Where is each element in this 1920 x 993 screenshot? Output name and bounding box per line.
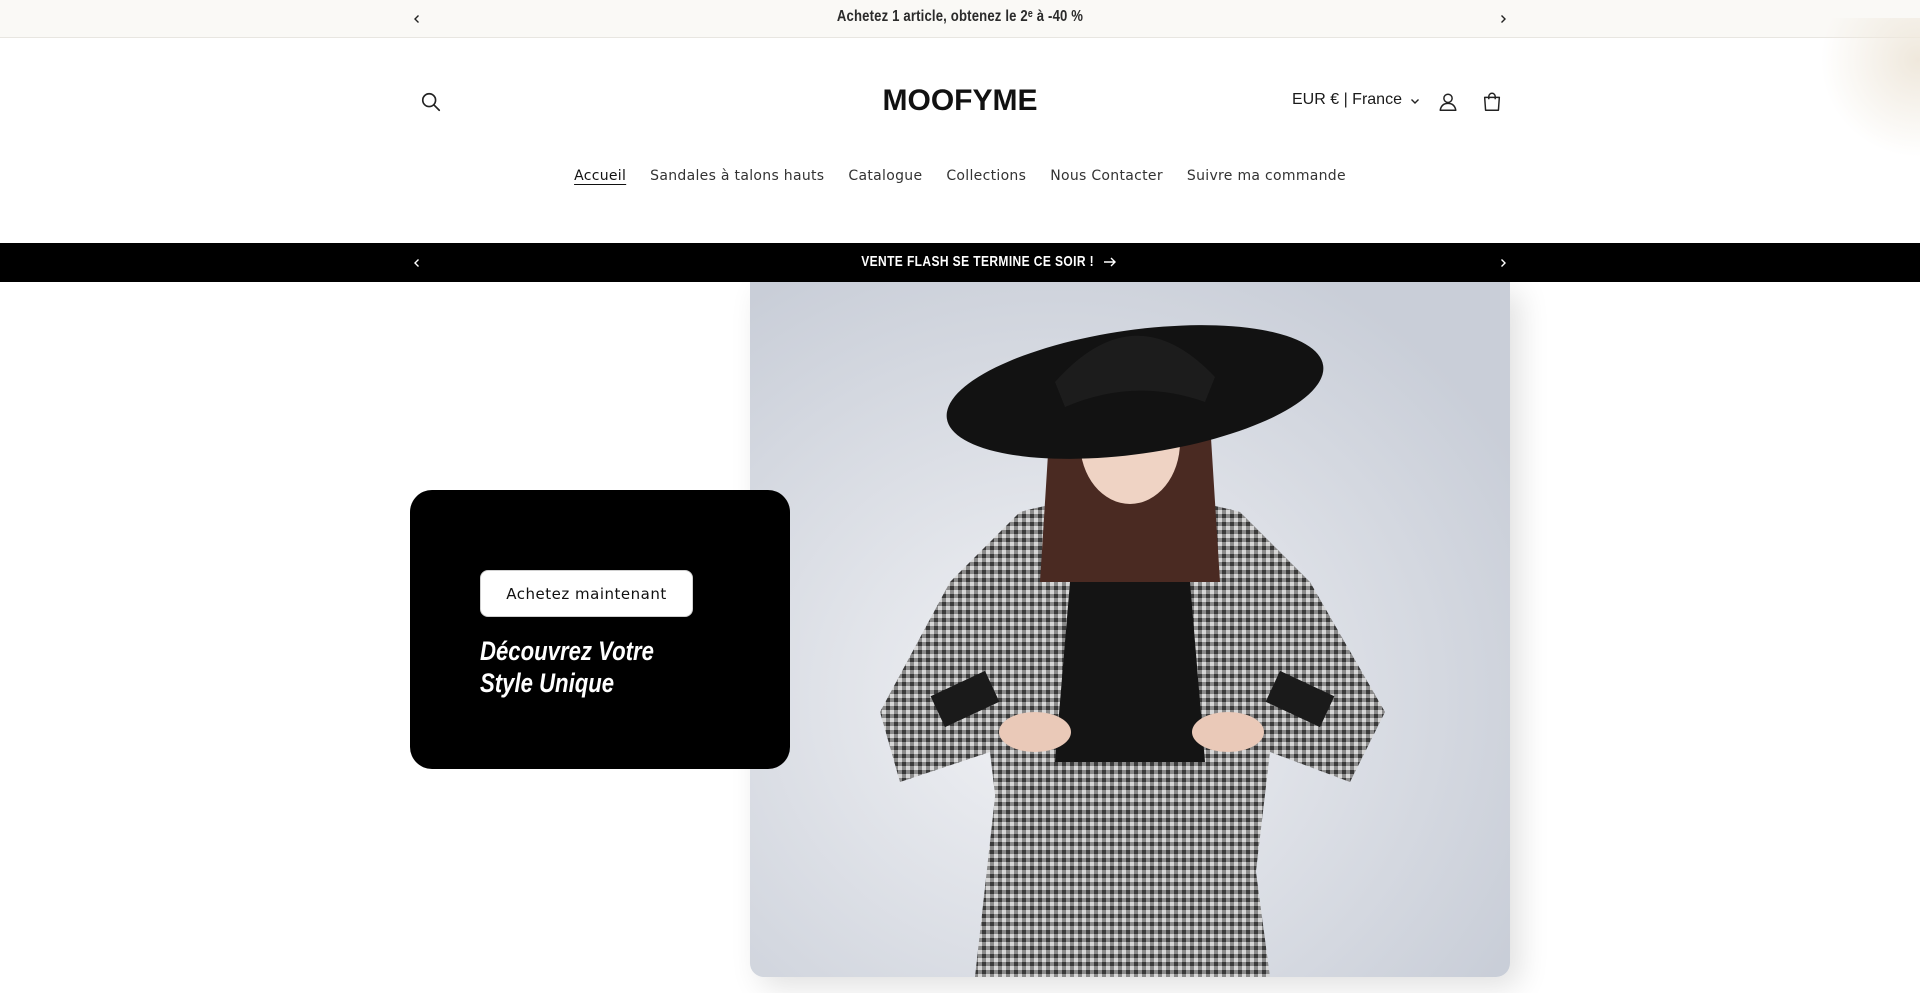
flash-sale-bar: VENTE FLASH SE TERMINE CE SOIR !	[0, 243, 1920, 282]
account-icon	[1439, 93, 1457, 111]
nav-item-contact[interactable]: Nous Contacter	[1050, 168, 1163, 184]
flash-next-button[interactable]	[1491, 251, 1515, 275]
announcement-next-button[interactable]	[1491, 7, 1515, 31]
chevron-right-icon	[1501, 15, 1506, 23]
cart-button[interactable]	[1474, 84, 1510, 120]
hero-title: Découvrez Votre Style Unique	[480, 636, 654, 698]
currency-label: EUR € | France	[1292, 91, 1402, 108]
nav-item-collections[interactable]: Collections	[946, 168, 1026, 184]
site-logo[interactable]: MOOFYME	[0, 84, 1920, 118]
nav-item-accueil[interactable]: Accueil	[574, 168, 626, 184]
site-header: MOOFYME EUR € | France Accueil Sandales …	[0, 18, 1920, 243]
flash-sale-text: VENTE FLASH SE TERMINE CE SOIR !	[861, 253, 1095, 270]
cart-icon	[1483, 92, 1501, 111]
chevron-down-icon	[1410, 99, 1419, 104]
announcement-bar: Achetez 1 article, obtenez le 2ᵉ à -40 %	[0, 0, 1920, 38]
main-nav: Accueil Sandales à talons hauts Catalogu…	[0, 168, 1920, 184]
chevron-right-icon	[1501, 259, 1506, 267]
shop-now-button[interactable]: Achetez maintenant	[480, 570, 693, 617]
nav-item-sandales[interactable]: Sandales à talons hauts	[650, 168, 824, 184]
flash-sale-link[interactable]: VENTE FLASH SE TERMINE CE SOIR !	[0, 253, 1920, 270]
hero-image	[750, 282, 1510, 977]
currency-selector[interactable]: EUR € | France	[1292, 91, 1420, 109]
arrow-right-icon	[1103, 257, 1116, 266]
nav-item-catalogue[interactable]: Catalogue	[848, 168, 922, 184]
hero-promo-card: Achetez maintenant Découvrez Votre Style…	[410, 490, 790, 769]
model-photo-illustration	[750, 282, 1510, 977]
account-button[interactable]	[1430, 84, 1466, 120]
nav-item-suivre-commande[interactable]: Suivre ma commande	[1187, 168, 1346, 184]
